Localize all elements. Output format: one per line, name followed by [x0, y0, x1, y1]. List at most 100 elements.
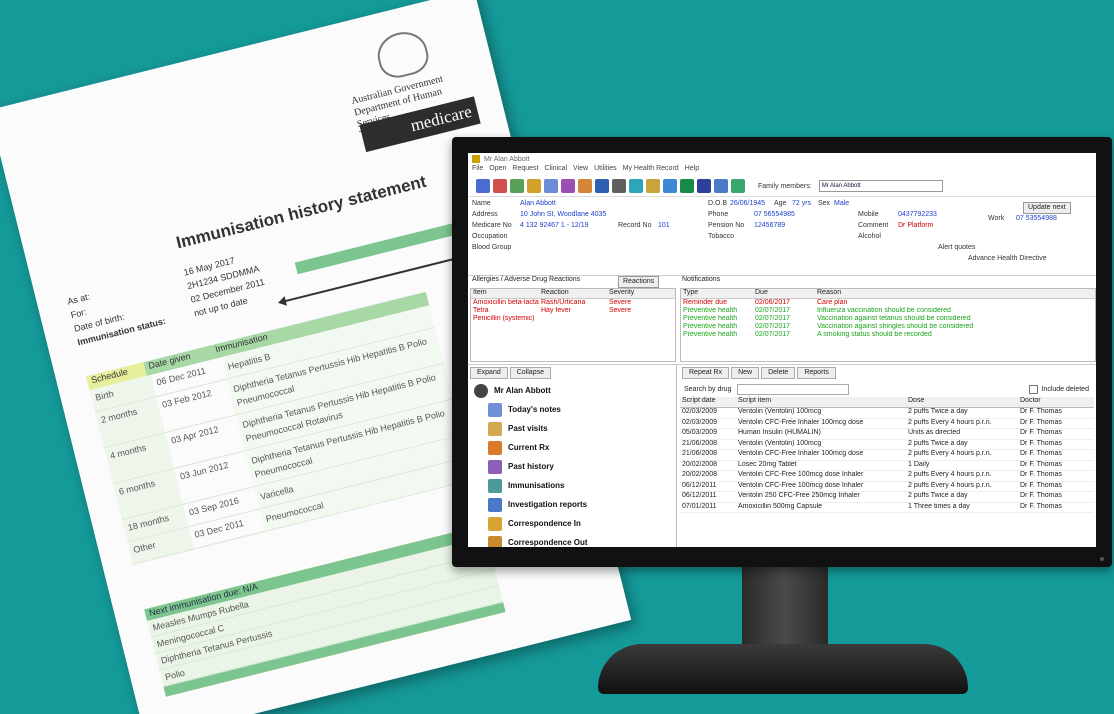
notification-row[interactable]: Reminder due 02/06/2017 Care plan	[681, 299, 1095, 307]
table-row[interactable]: 02/03/2009 Ventolin CFC-Free Inhaler 100m…	[680, 418, 1094, 429]
notifications-header: Type Due Reason	[681, 289, 1095, 299]
tree-item-investigation-reports[interactable]: Investigation reports	[468, 495, 676, 514]
rx-tabs: Repeat Rx New Delete Reports	[680, 365, 1094, 381]
column-header: Due	[755, 289, 768, 296]
tree-item-label: Current Rx	[508, 443, 550, 452]
update-next-button[interactable]: Update next	[1023, 202, 1071, 214]
allergy-row[interactable]: Tetra Hay fever Severe	[471, 307, 675, 315]
allergy-item: Penicillin (systemic)	[473, 315, 535, 322]
mhr-icon[interactable]	[697, 179, 711, 193]
table-row[interactable]: 21/06/2008 Ventolin (Ventolin) 100mcg 2 pu…	[680, 439, 1094, 450]
search-drug-select[interactable]	[737, 383, 850, 395]
vitals-icon[interactable]	[629, 179, 643, 193]
window-title: Mr Alan Abbott	[484, 155, 530, 163]
field-label: For:	[69, 306, 88, 321]
family-members-select[interactable]: Mr Alan Abbott	[818, 180, 943, 192]
open-record-icon[interactable]	[493, 179, 507, 193]
tab-repeat-rx[interactable]: Repeat Rx	[682, 367, 730, 379]
cell: Dr F. Thomas	[1020, 481, 1062, 489]
menu-view[interactable]: View	[573, 165, 588, 176]
notes-icon	[488, 402, 502, 417]
include-deleted-checkbox[interactable]	[1029, 384, 1039, 394]
allergy-reaction: Rash/Urticaria	[541, 299, 586, 306]
tree-root[interactable]: Mr Alan Abbott	[468, 381, 676, 400]
cell: 1 Daily	[908, 460, 930, 468]
menu-open[interactable]: Open	[489, 165, 506, 176]
tree-item-immunisations[interactable]: Immunisations	[468, 476, 676, 495]
record-label: Record No	[618, 222, 652, 229]
cell: Ventolin CFC-Free 100mcg dose Inhaler	[738, 471, 864, 478]
notification-row[interactable]: Preventive health 02/07/2017 Vaccination a…	[681, 315, 1095, 323]
notification-due: 02/07/2017	[755, 307, 791, 314]
cell: Dr F. Thomas	[1020, 450, 1062, 457]
table-row[interactable]: 05/03/2009 Human Insulin (HUMALIN) Units a…	[680, 429, 1094, 440]
menu-help[interactable]: Help	[685, 165, 699, 176]
cell: Dr F. Thomas	[1020, 418, 1062, 426]
allergy-severity: Severe	[609, 307, 632, 314]
menu-clinical[interactable]: Clinical	[544, 165, 567, 176]
notification-row[interactable]: Preventive health 02/07/2017 Influenza vac…	[681, 307, 1095, 315]
sex-label: Sex	[818, 200, 831, 207]
lab-icon[interactable]	[595, 179, 609, 193]
tab-reports[interactable]: Reports	[797, 367, 836, 379]
cell: 2 puffs Every 4 hours p.r.n.	[908, 450, 992, 457]
tree-item-past-visits[interactable]: Past visits	[468, 419, 676, 438]
tree-item-correspondence-in[interactable]: Correspondence In	[468, 514, 676, 533]
menu-my-health-record[interactable]: My Health Record	[623, 165, 679, 176]
globe-icon[interactable]	[680, 179, 694, 193]
table-row[interactable]: 07/01/2011 Amoxicillin 500mg Capsule 1 Thr…	[680, 502, 1094, 513]
history-icon[interactable]	[527, 179, 541, 193]
letter-icon[interactable]	[646, 179, 660, 193]
tools-icon[interactable]	[578, 179, 592, 193]
menu-utilities[interactable]: Utilities	[594, 165, 617, 176]
allergy-item: Amoxicillin beta-lacta	[473, 299, 539, 306]
tree-item-label: Immunisations	[508, 481, 565, 490]
menu-file[interactable]: File	[472, 165, 483, 176]
table-row[interactable]: 20/02/2008 Ventolin CFC-Free 100mcg dose …	[680, 471, 1094, 482]
email-icon[interactable]	[663, 179, 677, 193]
menu-request[interactable]: Request	[512, 165, 538, 176]
tab-new[interactable]: New	[731, 367, 760, 379]
user-icon[interactable]	[731, 179, 745, 193]
calendar-icon[interactable]	[714, 179, 728, 193]
folder-icon	[488, 421, 502, 436]
tree-item-correspondence-out[interactable]: Correspondence Out	[468, 533, 676, 547]
prescription-icon[interactable]	[510, 179, 524, 193]
cell: Ventolin (Ventolin) 100mcg	[738, 439, 822, 447]
advance-health-directive-label: Advance Health Directive	[968, 255, 1047, 262]
tree-item-current-rx[interactable]: Current Rx	[468, 438, 676, 457]
record-number: 101	[658, 222, 670, 229]
collapse-button[interactable]: Collapse	[509, 367, 551, 379]
reactions-button[interactable]: Reactions	[618, 276, 660, 288]
table-row[interactable]: 21/06/2008 Ventolin CFC-Free Inhaler 100m…	[680, 450, 1094, 461]
notification-reason: A smoking status should be recorded	[817, 331, 932, 338]
expand-button[interactable]: Expand	[470, 367, 508, 379]
table-row[interactable]: 02/03/2009 Ventolin (Ventolin) 100mcg 2 pu…	[680, 408, 1094, 419]
tab-delete[interactable]: Delete	[761, 367, 796, 379]
document-icon[interactable]	[544, 179, 558, 193]
cell: Ventolin (Ventolin) 100mcg	[738, 408, 822, 415]
table-row[interactable]: 20/02/2008 Losec 20mg Tablet 1 Daily Dr F. …	[680, 460, 1094, 471]
monitor: Mr Alan Abbott File Open Request Clinica…	[452, 137, 1112, 567]
table-row[interactable]: 06/12/2011 Ventolin 250 CFC-Free 250mcg I…	[680, 492, 1094, 503]
chart-icon[interactable]	[561, 179, 575, 193]
notification-type: Reminder due	[683, 299, 727, 306]
notification-type: Preventive health	[683, 331, 738, 338]
power-indicator-icon	[1100, 557, 1104, 561]
patient-demographics: Name Alan Abbott Address 10 John St, Woo…	[468, 197, 1096, 276]
notification-row[interactable]: Preventive health 02/07/2017 A smoking sta…	[681, 331, 1095, 339]
tree-item-past-history[interactable]: Past history	[468, 457, 676, 476]
cell: Dr F. Thomas	[1020, 502, 1062, 510]
new-patient-icon[interactable]	[476, 179, 490, 193]
table-row[interactable]: 06/12/2011 Ventolin CFC-Free 100mcg dose …	[680, 481, 1094, 492]
notification-row[interactable]: Preventive health 02/07/2017 Vaccination a…	[681, 323, 1095, 331]
tree-item-todays-notes[interactable]: Today's notes	[468, 400, 676, 419]
alcohol-label: Alcohol	[858, 233, 881, 240]
allergy-row[interactable]: Penicillin (systemic)	[471, 315, 675, 323]
comment-label: Comment	[858, 222, 889, 229]
allergy-row[interactable]: Amoxicillin beta-lacta Rash/Urticaria Seve…	[471, 299, 675, 307]
app-window: Mr Alan Abbott File Open Request Clinica…	[468, 153, 1096, 547]
tree-item-label: Investigation reports	[508, 500, 588, 509]
menu-bar: File Open Request Clinical View Utilitie…	[468, 165, 1096, 176]
print-icon[interactable]	[612, 179, 626, 193]
